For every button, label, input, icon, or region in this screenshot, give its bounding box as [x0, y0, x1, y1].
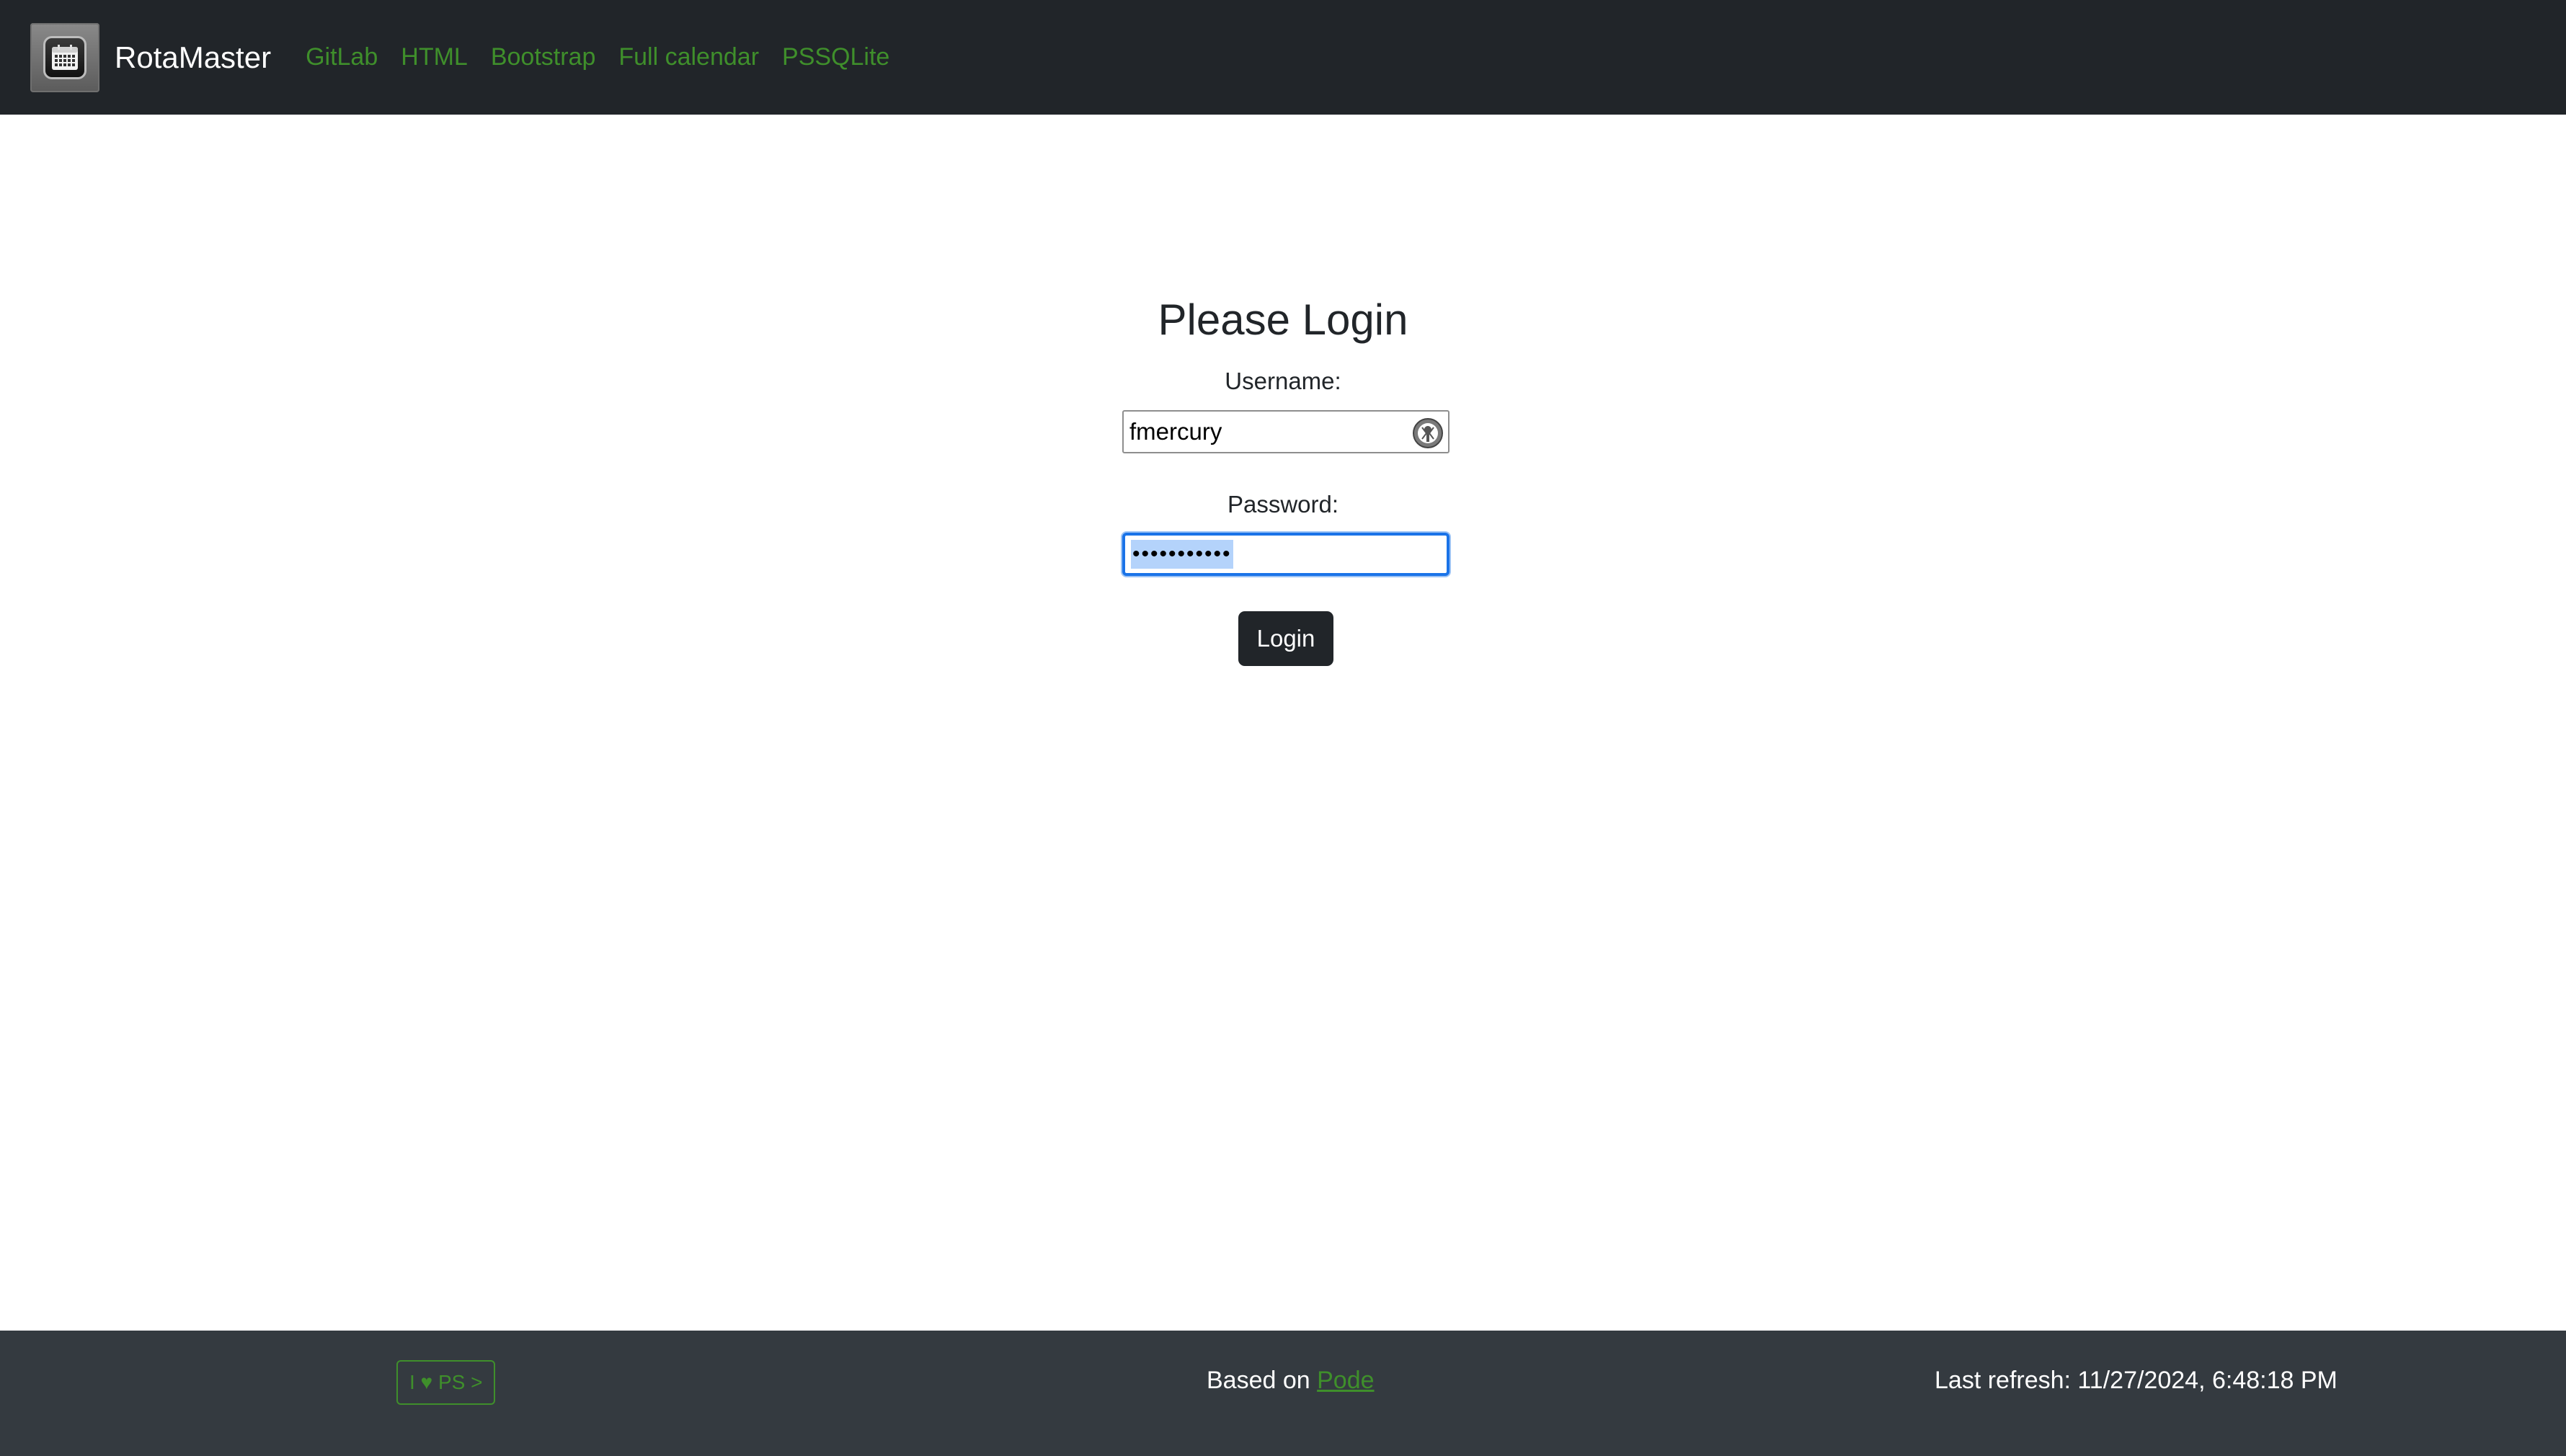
top-navbar: RotaMaster GitLab HTML Bootstrap Full ca… — [0, 0, 2566, 115]
nav-link-pssqlite[interactable]: PSSQLite — [782, 43, 889, 71]
based-on-text: Based on Pode — [1207, 1367, 1375, 1395]
brand-name[interactable]: RotaMaster — [115, 40, 271, 75]
username-field[interactable]: fmercury — [1122, 410, 1450, 453]
calendar-icon — [43, 35, 86, 79]
nav-link-gitlab[interactable]: GitLab — [306, 43, 378, 71]
login-button[interactable]: Login — [1238, 611, 1333, 666]
nav-link-full-calendar[interactable]: Full calendar — [618, 43, 759, 71]
footer: I ♥ PS > Based on Pode Last refresh: 11/… — [0, 1331, 2566, 1456]
username-label: Username: — [1225, 368, 1341, 394]
login-form: Please Login Username: fmercury Password… — [0, 115, 2566, 1331]
page-title: Please Login — [1158, 296, 1408, 344]
brand-logo[interactable] — [30, 22, 99, 92]
username-value: fmercury — [1129, 418, 1222, 445]
pode-link[interactable]: Pode — [1317, 1367, 1374, 1394]
nav-link-bootstrap[interactable]: Bootstrap — [491, 43, 596, 71]
based-on-prefix: Based on — [1207, 1367, 1318, 1394]
nav-link-html[interactable]: HTML — [401, 43, 468, 71]
powershell-badge[interactable]: I ♥ PS > — [396, 1360, 496, 1405]
password-label: Password: — [1227, 491, 1339, 518]
last-refresh-text: Last refresh: 11/27/2024, 6:48:18 PM — [1935, 1367, 2338, 1394]
password-manager-key-icon[interactable] — [1412, 417, 1444, 449]
password-field[interactable]: ••••••••••• — [1122, 533, 1450, 576]
password-value: ••••••••••• — [1131, 540, 1233, 569]
